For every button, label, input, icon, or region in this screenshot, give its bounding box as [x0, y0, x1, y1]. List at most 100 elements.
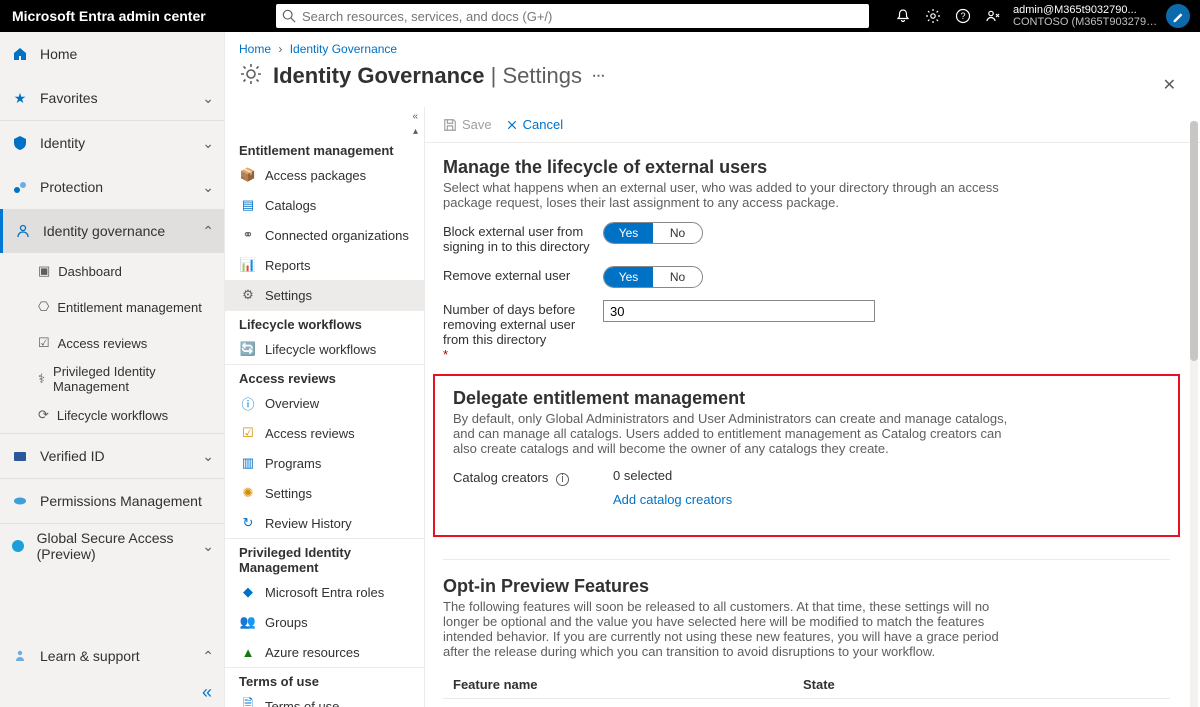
nav2-connected-orgs[interactable]: ⚭Connected organizations [225, 220, 424, 250]
toggle-yes[interactable]: Yes [604, 267, 653, 287]
nav2-review-history[interactable]: ↻Review History [225, 508, 424, 538]
block-user-toggle[interactable]: Yes No [603, 222, 703, 244]
chevron-down-icon: ⌄ [202, 179, 214, 196]
global-search[interactable] [276, 4, 869, 28]
days-before-remove-input[interactable] [603, 300, 875, 322]
delegate-desc: By default, only Global Administrators a… [453, 411, 1013, 456]
nav-ig-pim[interactable]: ⚕Privileged Identity Management [0, 361, 224, 397]
identity-icon [10, 135, 30, 151]
nav-global-secure-access[interactable]: Global Secure Access (Preview) ⌄ [0, 524, 224, 568]
chevron-down-icon: ⌄ [202, 135, 214, 152]
page-title-bar: Identity Governance | Settings ⋯ [225, 62, 605, 107]
preview-feature-table-header: Feature name State [443, 671, 1170, 699]
save-icon [443, 118, 457, 132]
command-bar: Save Cancel [425, 107, 1200, 143]
user-email: admin@M365t9032790... [1013, 4, 1158, 16]
more-icon[interactable]: ⋯ [592, 68, 605, 84]
nav2-programs[interactable]: ▥Programs [225, 448, 424, 478]
entitlement-icon: ⎔ [38, 299, 49, 315]
chevron-down-icon: ⌄ [202, 538, 214, 555]
nav2-group-pim: Privileged Identity Management [225, 538, 424, 577]
delegate-heading: Delegate entitlement management [453, 388, 1160, 409]
breadcrumb: Home › Identity Governance [225, 32, 1200, 62]
catalog-creators-label: Catalog creators i [453, 468, 613, 486]
svg-text:?: ? [960, 11, 965, 21]
nav2-lifecycle-workflows[interactable]: 🔄Lifecycle workflows [225, 334, 424, 364]
nav-favorites[interactable]: ★ Favorites ⌄ [0, 76, 224, 120]
nav2-access-reviews[interactable]: ☑Access reviews [225, 418, 424, 448]
nav-protection[interactable]: Protection ⌄ [0, 165, 224, 209]
close-blade-button[interactable]: ✕ [1163, 75, 1176, 95]
nav-identity[interactable]: Identity ⌄ [0, 121, 224, 165]
history-icon: ↻ [239, 515, 257, 531]
nav-learn-support[interactable]: Learn & support ⌃ [0, 634, 224, 678]
breadcrumb-home[interactable]: Home [239, 42, 271, 56]
help-icon[interactable]: ? [955, 8, 971, 24]
org-icon: ⚭ [239, 227, 257, 243]
tou-icon: 🗎 [239, 695, 257, 707]
notifications-icon[interactable] [895, 8, 911, 24]
breadcrumb-ig[interactable]: Identity Governance [290, 42, 397, 56]
dashboard-icon: ▣ [38, 263, 50, 279]
toggle-yes[interactable]: Yes [604, 223, 653, 243]
nav2-group-lifecycle: Lifecycle workflows [225, 310, 424, 334]
topbar: Microsoft Entra admin center ? admin@M36… [0, 0, 1200, 32]
main-scrollbar[interactable] [1186, 107, 1200, 707]
nav2-group-tou: Terms of use [225, 667, 424, 691]
nav-ig-entitlement[interactable]: ⎔Entitlement management [0, 289, 224, 325]
add-catalog-creators-link[interactable]: Add catalog creators [613, 492, 732, 507]
nav2-entra-roles[interactable]: ◆Microsoft Entra roles [225, 577, 424, 607]
nav2-reports[interactable]: 📊Reports [225, 250, 424, 280]
nav-permissions[interactable]: Permissions Management [0, 479, 224, 523]
toggle-no[interactable]: No [653, 223, 702, 243]
identity-governance-icon [13, 223, 33, 239]
optin-desc: The following features will soon be rele… [443, 599, 1003, 659]
col-feature-name: Feature name [443, 677, 803, 692]
collapse-secondary-nav[interactable]: «▴ [412, 111, 418, 137]
nav2-terms-of-use[interactable]: 🗎Terms of use [225, 691, 424, 707]
nav2-groups[interactable]: 👥Groups [225, 607, 424, 637]
permissions-icon [10, 493, 30, 509]
nav2-group-entitlement: Entitlement management [225, 137, 424, 160]
home-icon [10, 46, 30, 62]
nav2-ar-settings[interactable]: ✺Settings [225, 478, 424, 508]
gear-icon [239, 62, 263, 89]
settings-icon[interactable] [925, 8, 941, 24]
nav-ig-access-reviews[interactable]: ☑Access reviews [0, 325, 224, 361]
toggle-no[interactable]: No [653, 267, 702, 287]
chevron-down-icon: ⌄ [202, 448, 214, 465]
nav-verified-id[interactable]: Verified ID ⌄ [0, 434, 224, 478]
nav2-catalogs[interactable]: ▤Catalogs [225, 190, 424, 220]
nav2-overview[interactable]: ⓘOverview [225, 388, 424, 418]
save-button[interactable]: Save [443, 117, 492, 132]
lifecycle-icon: 🔄 [239, 341, 257, 357]
nav-ig-dashboard[interactable]: ▣Dashboard [0, 253, 224, 289]
remove-user-toggle[interactable]: Yes No [603, 266, 703, 288]
nav-collapse[interactable]: « [0, 678, 224, 707]
nav2-azure-resources[interactable]: ▲Azure resources [225, 637, 424, 667]
info-icon[interactable]: i [556, 473, 569, 486]
feedback-icon[interactable] [985, 8, 1001, 24]
reports-icon: 📊 [239, 257, 257, 273]
access-reviews-icon: ☑ [239, 425, 257, 441]
page-title: Identity Governance | Settings [273, 63, 582, 89]
nav-home[interactable]: Home [0, 32, 224, 76]
nav2-settings[interactable]: ⚙Settings [225, 280, 424, 310]
nav2-access-packages[interactable]: 📦Access packages [225, 160, 424, 190]
secondary-nav: «▴ Entitlement management 📦Access packag… [225, 107, 425, 707]
pim-icon: ⚕ [38, 371, 45, 387]
nav-ig-lifecycle[interactable]: ⟳Lifecycle workflows [0, 397, 224, 433]
settings-icon: ✺ [239, 485, 257, 501]
search-input[interactable] [302, 9, 869, 24]
nav-identity-governance[interactable]: Identity governance ⌃ [0, 209, 224, 253]
search-icon [282, 9, 296, 23]
catalog-icon: ▤ [239, 197, 257, 213]
info-icon: ⓘ [239, 394, 257, 413]
cancel-button[interactable]: Cancel [506, 117, 563, 132]
user-org: CONTOSO (M365T90327901.ON... [1013, 16, 1158, 28]
primary-nav: Home ★ Favorites ⌄ Identity ⌄ Protection… [0, 32, 225, 707]
protection-icon [10, 179, 30, 195]
verified-id-icon [10, 448, 30, 464]
chevron-up-icon: ⌃ [202, 223, 214, 240]
account-control[interactable]: admin@M365t9032790... CONTOSO (M365T9032… [1013, 4, 1190, 28]
